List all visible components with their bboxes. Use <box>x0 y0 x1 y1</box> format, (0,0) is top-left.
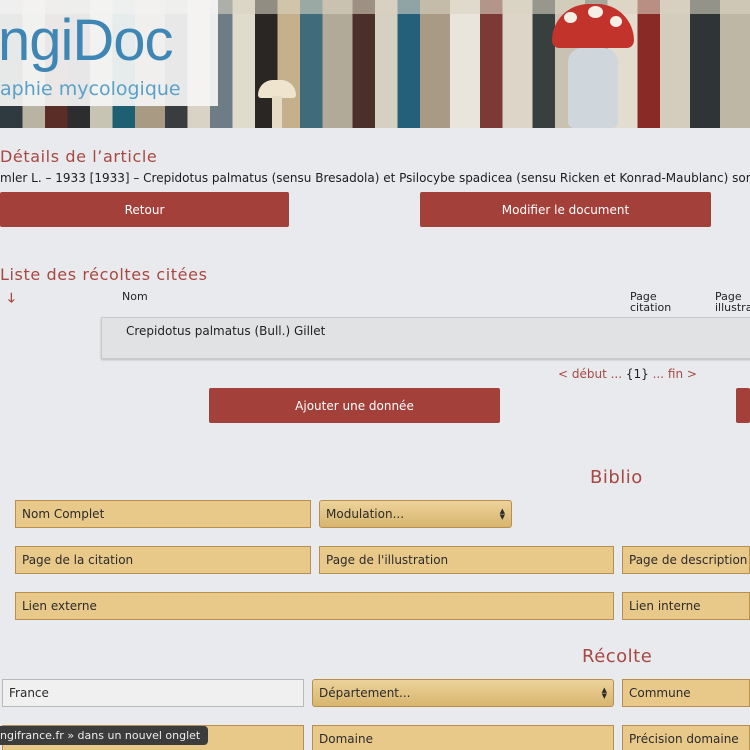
biblio-section-title: Biblio <box>590 467 643 488</box>
column-header-page-citation[interactable]: Page citation <box>630 291 671 313</box>
back-button[interactable]: Retour <box>0 192 289 227</box>
pagination: < début ... {1} ... fin > <box>558 367 697 381</box>
mushroom-lamp-figurine <box>552 0 634 128</box>
commune-field[interactable]: Commune <box>622 679 750 707</box>
logo-subtitle: aphie mycologique <box>0 78 181 100</box>
department-select-value: Département... <box>319 686 411 700</box>
full-name-field[interactable]: Nom Complet <box>15 500 311 528</box>
domaine-field[interactable]: Domaine <box>312 725 614 750</box>
column-header-page-illustration-line2: illustra <box>715 301 750 314</box>
page-illustration-field[interactable]: Page de l'illustration <box>319 546 614 574</box>
edit-document-button[interactable]: Modifier le document <box>420 192 711 227</box>
modulation-select[interactable]: Modulation... ▲ ▼ <box>319 500 512 528</box>
country-field[interactable]: France <box>2 679 304 707</box>
header-banner: ngiDoc aphie mycologique <box>0 0 750 128</box>
article-details-title: Détails de l’article <box>0 147 158 166</box>
mushroom-figurine <box>258 80 296 128</box>
extra-action-button[interactable] <box>736 388 750 423</box>
precision-domaine-field[interactable]: Précision domaine <box>622 725 750 750</box>
table-row[interactable]: Crepidotus palmatus (Bull.) Gillet <box>101 317 750 359</box>
add-data-button[interactable]: Ajouter une donnée <box>209 388 500 423</box>
select-arrows-icon: ▲ ▼ <box>499 507 505 521</box>
row-name[interactable]: Crepidotus palmatus (Bull.) Gillet <box>126 324 325 338</box>
arrow-down-icon[interactable]: 🡓 <box>8 289 15 311</box>
internal-link-field[interactable]: Lien interne <box>622 592 750 620</box>
recolte-section-title: Récolte <box>582 646 653 667</box>
column-header-name[interactable]: Nom <box>122 291 148 302</box>
article-reference: mler L. – 1933 [1933] – Crepidotus palma… <box>0 171 750 185</box>
site-logo[interactable]: ngiDoc aphie mycologique <box>0 0 218 106</box>
column-header-page-illustration[interactable]: Page illustra <box>715 291 750 313</box>
external-link-field[interactable]: Lien externe <box>15 592 614 620</box>
pager-current-page: {1} <box>625 367 649 381</box>
page-description-field[interactable]: Page de description <box>622 546 750 574</box>
column-header-page-citation-line2: citation <box>630 301 672 314</box>
link-status-tooltip: ngifrance.fr » dans un nouvel onglet <box>0 726 209 745</box>
select-arrows-icon: ▲ ▼ <box>601 686 607 700</box>
pager-last-link[interactable]: ... fin > <box>653 367 697 381</box>
logo-title: ngiDoc <box>0 8 174 73</box>
department-select[interactable]: Département... ▲ ▼ <box>312 679 614 707</box>
modulation-select-value: Modulation... <box>326 507 405 521</box>
harvest-list-title: Liste des récoltes citées <box>0 265 208 284</box>
pager-first-link[interactable]: < début ... <box>558 367 622 381</box>
page-citation-field[interactable]: Page de la citation <box>15 546 311 574</box>
